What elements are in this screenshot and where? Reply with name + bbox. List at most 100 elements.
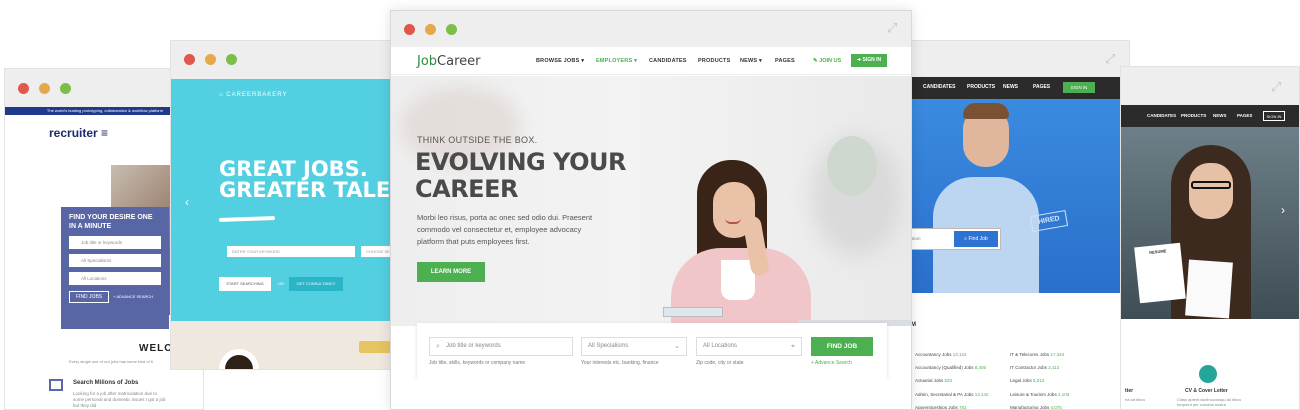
window-titlebar: ⤢ — [391, 11, 911, 47]
location-hint: Zip code, city or state — [696, 360, 744, 366]
keyword-input[interactable]: ENTER YOUR KEYWORD — [227, 246, 355, 257]
nav-pages[interactable]: PAGES — [775, 58, 795, 64]
advance-search-link[interactable]: + ADVANCE SEARCH — [113, 294, 153, 299]
job-link[interactable]: Admin, Secretarial & PA Jobs 13,142 — [915, 392, 988, 397]
nav-products[interactable]: PRODUCTS — [967, 84, 995, 90]
nav-candidates[interactable]: CANDIDATES — [1147, 113, 1176, 118]
blue-theme-window: ⤢ CANDIDATES PRODUCTS NEWS PAGES SIGN IN… — [892, 40, 1130, 410]
search-panel: FIND YOUR DESIRE ONE IN A MINUTE Job tit… — [61, 207, 169, 329]
hero-kicker: THINK OUTSIDE THE BOX. — [417, 135, 538, 145]
nav-news[interactable]: NEWS ▾ — [740, 58, 762, 64]
nav-candidates[interactable]: CANDIDATES — [649, 58, 687, 64]
nav-products[interactable]: PRODUCTS — [1181, 113, 1206, 118]
find-jobs-button[interactable]: FIND JOBS — [69, 291, 110, 303]
target-icon: ⌖ — [791, 342, 795, 350]
service-desc: Class aptent taciti sociosqu ad litora t… — [1177, 397, 1241, 407]
signin-button[interactable]: SIGN IN — [1063, 82, 1095, 93]
close-dot[interactable] — [184, 54, 195, 65]
job-link[interactable]: Legal Jobs 5,313 — [1010, 378, 1044, 383]
specialism-select[interactable]: All Specialisms — [69, 254, 161, 267]
job-link[interactable]: IT Contractor Jobs 2,113 — [1010, 365, 1059, 370]
window-titlebar: ⤢ — [893, 41, 1129, 77]
panel-title: FIND YOUR DESIRE ONE IN A MINUTE — [69, 214, 153, 230]
nav-news[interactable]: NEWS — [1213, 113, 1227, 118]
recruiter-logo[interactable]: recruiter ≡ — [49, 126, 108, 140]
nav-pages[interactable]: PAGES — [1237, 113, 1252, 118]
expand-icon[interactable]: ⤢ — [887, 22, 900, 35]
menu-icon[interactable]: ≡ — [101, 126, 108, 140]
specialism-hint: Your interests etc. banking, finance — [581, 360, 659, 366]
minimize-dot[interactable] — [205, 54, 216, 65]
notebook-image — [663, 307, 723, 317]
learn-more-button[interactable]: LEARN MORE — [417, 262, 485, 282]
advance-search-link[interactable]: + Advance Search — [811, 360, 852, 366]
search-bar: ocation ⌕ Find Job — [903, 228, 1001, 250]
hero-title: EVOLVING YOUR CAREER — [415, 148, 626, 203]
job-search-panel: ⌕ Job title or keywords Job title, skill… — [417, 323, 887, 379]
bakery-logo[interactable]: ⌂ CAREERBAKERY — [219, 92, 288, 98]
close-dot[interactable] — [18, 83, 29, 94]
consultancy-button[interactable]: GET CONSULTANCY — [289, 277, 343, 291]
start-searching-button[interactable]: START SEARCHING — [219, 277, 271, 291]
showcase-stage: The world's leading prototyping, collabo… — [0, 0, 1300, 410]
monitor-icon — [49, 379, 63, 391]
location-select[interactable]: All Locations ⌖ — [696, 337, 802, 356]
careerbakery-window: ⌂ CAREERBAKERY ‹ GREAT JOBS. GREATER TALE… — [170, 40, 410, 370]
or-label: OR — [278, 281, 284, 286]
page-content-below — [391, 379, 911, 409]
search-icon: ⌕ — [964, 236, 968, 242]
hero-description: Morbi leo risus, porta ac onec sed odio … — [417, 213, 593, 246]
window-titlebar — [171, 41, 409, 79]
search-icon: ⌕ — [436, 342, 440, 350]
document-icon — [1199, 365, 1217, 383]
top-nav: CANDIDATES PRODUCTS NEWS PAGES SIGN IN — [893, 77, 1129, 99]
job-link[interactable]: Apprenticeships Jobs 781 — [915, 405, 967, 409]
window-titlebar: ⤢ — [1121, 67, 1299, 105]
nav-products[interactable]: PRODUCTS — [698, 58, 730, 64]
nav-candidates[interactable]: CANDIDATES — [923, 84, 955, 90]
jobcareer-window: ⤢ JobCareer BROWSE JOBS ▾ EMPLOYERS ▾ CA… — [390, 10, 912, 410]
job-link[interactable]: Leisure & Tourism Jobs 2,103 — [1010, 392, 1069, 397]
find-job-button[interactable]: ⌕ Find Job — [954, 231, 998, 247]
signin-button[interactable]: SIGN IN — [1263, 111, 1285, 121]
find-job-button[interactable]: FIND JOB — [811, 337, 873, 356]
nav-pages[interactable]: PAGES — [1033, 84, 1050, 90]
job-link[interactable]: Accountancy Jobs 13,122 — [915, 352, 967, 357]
hero-headline: GREAT JOBS. GREATER TALEN — [219, 157, 408, 202]
keyword-hint: Job title, skills, keywords or company n… — [429, 360, 526, 366]
chevron-down-icon: ⌄ — [674, 342, 680, 350]
hero-woman-photo — [651, 160, 911, 326]
nav-employers[interactable]: EMPLOYERS ▾ — [596, 58, 637, 64]
job-link[interactable]: Accountancy (Qualified) Jobs 8,405 — [915, 365, 986, 370]
minimize-dot[interactable] — [39, 83, 50, 94]
top-nav: CANDIDATES PRODUCTS NEWS PAGES SIGN IN — [1121, 105, 1299, 127]
signin-icon: ➔ — [856, 57, 862, 63]
job-link[interactable]: Actuarial Jobs 533 — [915, 378, 952, 383]
zoom-dot[interactable] — [226, 54, 237, 65]
minimize-dot[interactable] — [425, 24, 436, 35]
signin-button[interactable]: ➔ SIGN IN — [851, 54, 887, 67]
chevron-left-icon[interactable]: ‹ — [185, 195, 189, 209]
pencil-icon: ✎ — [813, 58, 818, 64]
zoom-dot[interactable] — [446, 24, 457, 35]
keyword-field[interactable]: Job title or keywords — [69, 236, 161, 249]
service-title: tter — [1125, 388, 1134, 394]
expand-icon[interactable]: ⤢ — [1105, 53, 1118, 66]
nav-browse-jobs[interactable]: BROWSE JOBS ▾ — [536, 58, 584, 64]
keyword-input[interactable]: ⌕ Job title or keywords — [429, 337, 573, 356]
paper-image — [1185, 259, 1233, 319]
location-select[interactable]: All Locations — [69, 272, 161, 285]
chevron-right-icon[interactable]: › — [1281, 203, 1285, 217]
service-title: CV & Cover Letter — [1185, 388, 1228, 394]
brand-logo[interactable]: JobCareer — [417, 54, 481, 69]
job-link[interactable]: Manufacturing Jobs 4,075 — [1010, 405, 1062, 409]
expand-icon[interactable]: ⤢ — [1271, 81, 1284, 94]
feature-desc: Looking for a job after matriculation du… — [73, 391, 166, 408]
join-us-link[interactable]: ✎ JOIN US — [813, 58, 841, 64]
resume-theme-window: ⤢ CANDIDATES PRODUCTS NEWS PAGES SIGN IN… — [1120, 66, 1300, 410]
nav-news[interactable]: NEWS — [1003, 84, 1018, 90]
specialism-select[interactable]: All Specialisms ⌄ — [581, 337, 687, 356]
job-link[interactable]: IT & Telecoms Jobs 17,324 — [1010, 352, 1064, 357]
zoom-dot[interactable] — [60, 83, 71, 94]
close-dot[interactable] — [404, 24, 415, 35]
